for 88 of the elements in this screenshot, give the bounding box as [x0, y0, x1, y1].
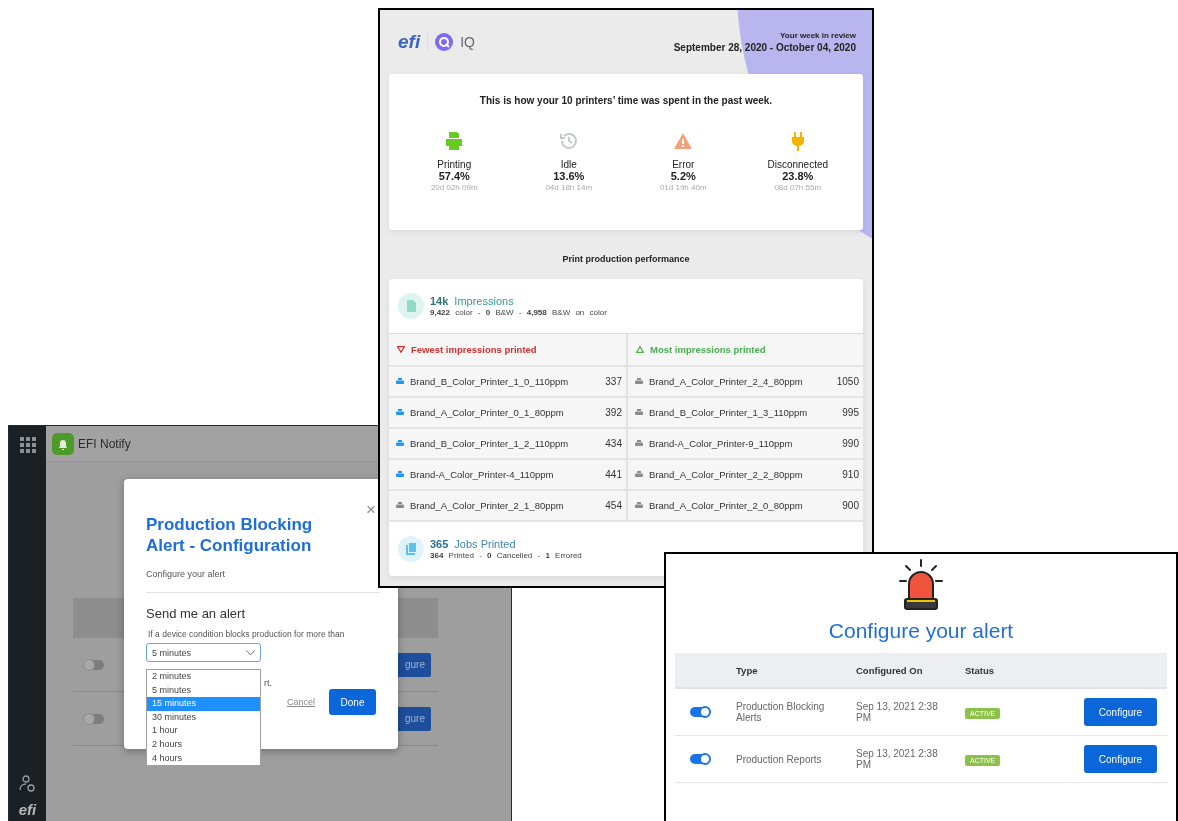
period-label: Your week in review: [779, 31, 856, 40]
impressions-label: Impressions: [454, 295, 514, 307]
jobs-total: 365: [430, 538, 449, 550]
printer-name: Brand_A_Color_Printer_2_0_80ppm: [649, 500, 804, 511]
dropdown-option[interactable]: 2 minutes: [147, 670, 260, 684]
stat-label: Printing: [437, 159, 472, 170]
configure-button[interactable]: Configure: [1084, 698, 1157, 726]
impression-count: 995: [842, 407, 859, 418]
stat-duration: 08d 07h 55m: [774, 183, 822, 192]
toggle-switch[interactable]: [84, 713, 104, 724]
list-heading: Most impressions printed: [650, 344, 766, 355]
printer-name: Brand_A_Color_Printer_0_1_80ppm: [410, 407, 565, 418]
field-label: If a device condition blocks production for more than: [147, 629, 346, 639]
dropdown-option[interactable]: 30 minutes: [147, 710, 260, 725]
toggle-switch[interactable]: [690, 707, 710, 717]
impression-count: 1050: [836, 376, 859, 387]
configure-button[interactable]: Configure: [1084, 745, 1157, 773]
stat-label: Error: [672, 159, 695, 170]
dropdown-option[interactable]: 15 minutes: [147, 697, 260, 711]
apps-grid-icon[interactable]: [19, 437, 36, 453]
table-cell-text: Production Reports: [736, 753, 823, 765]
copies-icon: [398, 536, 424, 562]
duration-select[interactable]: 5 minutes: [146, 643, 261, 662]
bell-icon: [52, 432, 74, 455]
stat-duration: 20d 02h 09m: [430, 183, 478, 192]
iq-logo-icon: [435, 33, 454, 51]
printer-name: Brand_B_Color_Printer_1_3_110ppm: [649, 407, 809, 418]
dropdown-option[interactable]: 1 hour: [147, 724, 260, 738]
app-name: EFI Notify: [78, 436, 131, 451]
stat-percent: 13.6%: [553, 170, 585, 182]
dropdown-option[interactable]: 2 hours: [147, 737, 260, 752]
table-cell-text: Sep 13, 2021 2:38 PM: [856, 701, 939, 723]
summary-heading: This is how your 10 printers’ time was spent in the past week.: [478, 95, 774, 106]
printer-name: Brand_B_Color_Printer_1_0_110ppm: [410, 376, 570, 387]
stat-label: Disconnected: [767, 159, 829, 170]
impressions-total: 14k: [430, 295, 449, 307]
impression-count: 392: [605, 407, 622, 418]
toggle-switch[interactable]: [84, 659, 104, 670]
alarm-light-icon: [898, 559, 944, 611]
stat-duration: 04d 18h 14m: [545, 183, 593, 192]
impression-count: 441: [605, 469, 622, 480]
dropdown-option[interactable]: 5 minutes: [147, 683, 260, 698]
dialog-subtitle: Configure your alert: [146, 569, 227, 579]
column-header: Type: [736, 664, 759, 676]
printer-name: Brand_A_Color_Printer_2_4_80ppm: [649, 376, 804, 387]
stat-percent: 23.8%: [782, 170, 814, 182]
printer-name: Brand_A_Color_Printer_2_2_80ppm: [649, 469, 804, 480]
stat-percent: 5.2%: [670, 170, 696, 182]
column-header: Status: [965, 664, 996, 676]
hint-text: rt.: [264, 678, 273, 689]
impression-count: 454: [605, 500, 622, 511]
impression-count: 337: [605, 376, 622, 387]
chevron-down-icon: [246, 649, 255, 656]
toggle-switch[interactable]: [690, 754, 710, 764]
stat-duration: 01d 19h 40m: [659, 183, 707, 192]
section-title: Send me an alert: [146, 606, 246, 621]
product-name: IQ: [460, 34, 475, 50]
impression-count: 900: [842, 500, 859, 511]
dropdown-option[interactable]: 4 hours: [147, 751, 260, 766]
table-cell-text: Production Blocking Alerts: [736, 701, 826, 723]
table-cell-text: Sep 13, 2021 2:38 PM: [856, 748, 939, 770]
done-button[interactable]: Done: [329, 689, 376, 715]
printer-name: Brand-A_Color_Printer-4_110ppm: [410, 469, 555, 480]
jobs-breakdown: 364 Printed - 0 Cancelled - 1 Errored: [430, 551, 582, 560]
impression-count: 434: [605, 438, 622, 449]
printer-name: Brand_A_Color_Printer_2_1_80ppm: [410, 500, 565, 511]
efi-logo: efi: [398, 31, 421, 53]
jobs-label: Jobs Printed: [454, 538, 516, 550]
user-settings-icon[interactable]: [19, 775, 36, 793]
impression-count: 990: [842, 438, 859, 449]
section-title: Print production performance: [561, 254, 691, 264]
impressions-breakdown: 9,422 color - 0 B&W - 4,958 B&W on color: [430, 308, 607, 317]
stat-percent: 57.4%: [438, 170, 470, 182]
close-button[interactable]: ×: [366, 501, 376, 518]
panel-title: Configure your alert: [828, 619, 1014, 643]
up-triangle-icon: [636, 346, 644, 353]
stat-label: Idle: [560, 159, 577, 170]
printer-name: Brand_B_Color_Printer_1_2_110ppm: [410, 438, 570, 449]
dialog-title: Production Blocking Alert - Configuration: [146, 514, 314, 556]
date-range: September 28, 2020 - October 04, 2020: [673, 42, 856, 53]
document-icon: [398, 293, 424, 319]
efi-logo: efi: [18, 801, 37, 818]
down-triangle-icon: [397, 346, 405, 353]
printer-name: Brand-A_Color_Printer-9_110ppm: [649, 438, 794, 449]
column-header: Configured On: [856, 664, 924, 676]
cancel-link[interactable]: Cancel: [287, 697, 315, 707]
impression-count: 910: [842, 469, 859, 480]
list-heading: Fewest impressions printed: [411, 344, 537, 355]
